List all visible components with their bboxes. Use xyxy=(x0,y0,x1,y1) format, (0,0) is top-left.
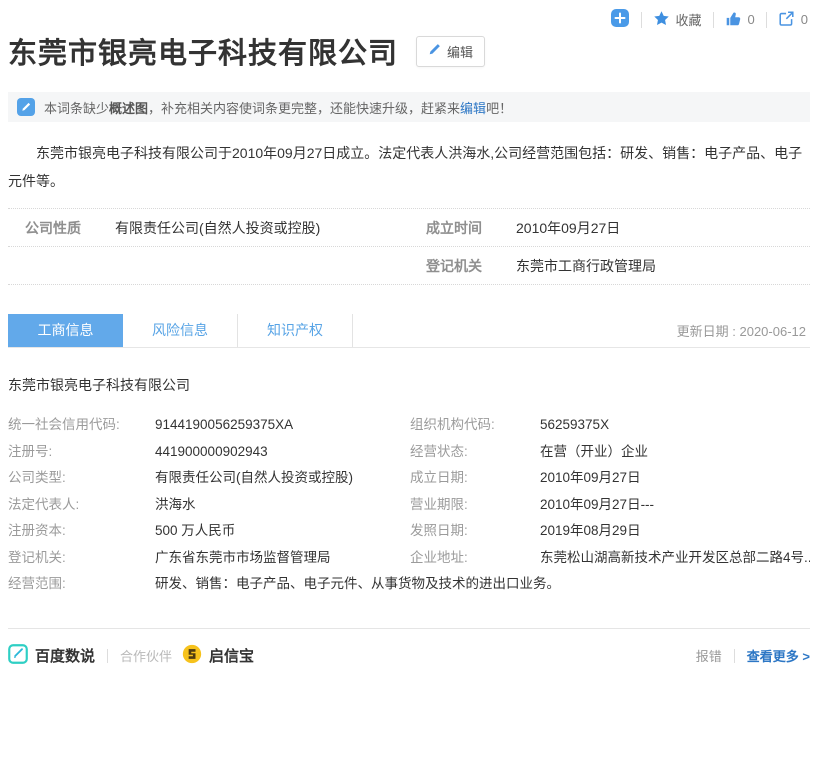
field-value: 有限责任公司(自然人投资或控股) xyxy=(155,465,353,492)
field-value: 2010年09月27日 xyxy=(540,465,641,492)
qixinbao-icon xyxy=(182,644,202,668)
divider xyxy=(641,12,642,28)
field-value: 2010年09月27日 xyxy=(516,218,620,238)
field-value: 在营（开业）企业 xyxy=(540,439,648,466)
field-value: 500 万人民币 xyxy=(155,518,235,545)
tab-strip: 工商信息 风险信息 知识产权 更新日期 : 2020-06-12 xyxy=(8,314,810,348)
share-count: 0 xyxy=(801,12,808,27)
share-button[interactable]: 0 xyxy=(778,10,808,30)
basic-info-row: 公司性质 有限责任公司(自然人投资或控股) 成立时间 2010年09月27日 xyxy=(8,209,810,247)
field-label: 经营状态: xyxy=(410,439,540,466)
pencil-icon xyxy=(428,43,441,59)
field-label: 公司性质 xyxy=(25,218,115,238)
basic-info-row: 登记机关 东莞市工商行政管理局 xyxy=(8,247,810,285)
field-label: 法定代表人: xyxy=(8,492,155,519)
baidu-shuoshuo-label: 百度数说 xyxy=(35,645,95,666)
thumbs-up-icon xyxy=(725,10,742,30)
report-error-link[interactable]: 报错 xyxy=(696,646,722,665)
pencil-badge-icon xyxy=(17,98,35,116)
field-label: 登记机关 xyxy=(426,256,516,276)
divider xyxy=(107,649,108,663)
baidu-shuoshuo-icon xyxy=(8,644,28,668)
divider xyxy=(766,12,767,28)
basic-info-cell: 公司性质 有限责任公司(自然人投资或控股) xyxy=(8,218,409,238)
view-more-link[interactable]: 查看更多 > xyxy=(747,646,810,665)
notice-text-prefix: 本词条缺少 xyxy=(44,98,109,117)
field-value: 研发、销售：电子产品、电子元件、从事货物及技术的进出口业务。 xyxy=(155,571,560,598)
divider xyxy=(734,649,735,663)
field-value: 东莞松山湖高新技术产业开发区总部二路4号... xyxy=(540,545,810,572)
field-label: 成立日期: xyxy=(410,465,540,492)
table-row: 公司类型:有限责任公司(自然人投资或控股) 成立日期:2010年09月27日 xyxy=(8,465,810,492)
field-value: 2010年09月27日--- xyxy=(540,492,654,519)
tab-intellectual-property[interactable]: 知识产权 xyxy=(238,314,353,347)
field-label: 发照日期: xyxy=(410,518,540,545)
footer-actions: 报错 查看更多 > xyxy=(696,646,810,665)
basic-info-cell: 登记机关 东莞市工商行政管理局 xyxy=(409,256,810,276)
table-row: 法定代表人:洪海水 营业期限:2010年09月27日--- xyxy=(8,492,810,519)
table-row: 统一社会信用代码:9144190056259375XA 组织机构代码:56259… xyxy=(8,412,810,439)
plus-square-icon xyxy=(610,8,630,31)
field-label: 成立时间 xyxy=(426,218,516,238)
qixinbao-brand: 启信宝 xyxy=(182,644,254,668)
field-label: 企业地址: xyxy=(410,545,540,572)
page-title: 东莞市银亮电子科技有限公司 xyxy=(8,30,398,72)
table-row: 注册号:441900000902943 经营状态:在营（开业）企业 xyxy=(8,439,810,466)
field-label: 经营范围: xyxy=(8,571,155,598)
field-value: 441900000902943 xyxy=(155,439,268,466)
star-icon xyxy=(653,10,670,30)
table-row: 注册资本:500 万人民币 发照日期:2019年08月29日 xyxy=(8,518,810,545)
field-label: 注册号: xyxy=(8,439,155,466)
tab-risk-info[interactable]: 风险信息 xyxy=(123,314,238,347)
field-value: 2019年08月29日 xyxy=(540,518,641,545)
field-label: 公司类型: xyxy=(8,465,155,492)
update-date: 更新日期 : 2020-06-12 xyxy=(677,321,810,340)
basic-info-cell xyxy=(8,256,409,276)
field-label: 组织机构代码: xyxy=(410,412,540,439)
table-row: 登记机关:广东省东莞市市场监督管理局 企业地址:东莞松山湖高新技术产业开发区总部… xyxy=(8,545,810,572)
favorite-label: 收藏 xyxy=(676,10,702,29)
field-value: 9144190056259375XA xyxy=(155,412,293,439)
favorite-button[interactable]: 收藏 xyxy=(653,10,702,30)
business-detail-table: 统一社会信用代码:9144190056259375XA 组织机构代码:56259… xyxy=(8,412,810,598)
share-icon xyxy=(778,10,795,30)
edit-button[interactable]: 编辑 xyxy=(416,36,485,67)
notice-text-suffix: 吧！ xyxy=(486,98,512,117)
partner-label: 合作伙伴 xyxy=(120,646,172,665)
field-value: 东莞市工商行政管理局 xyxy=(516,256,656,276)
qixinbao-label: 启信宝 xyxy=(209,645,254,666)
field-label: 统一社会信用代码: xyxy=(8,412,155,439)
notice-text-bold: 概述图 xyxy=(109,98,148,117)
field-value: 有限责任公司(自然人投资或控股) xyxy=(115,218,320,238)
notice-edit-link[interactable]: 编辑 xyxy=(460,98,486,117)
field-label: 登记机关: xyxy=(8,545,155,572)
like-count: 0 xyxy=(748,12,755,27)
basic-info-cell: 成立时间 2010年09月27日 xyxy=(409,218,810,238)
add-button[interactable] xyxy=(610,8,630,31)
field-value: 56259375X xyxy=(540,412,609,439)
field-value: 洪海水 xyxy=(155,492,196,519)
notice-text-middle: ，补充相关内容使词条更完整，还能快速升级，赶紧来 xyxy=(148,98,460,117)
footer: 百度数说 合作伙伴 启信宝 报错 查看更多 > xyxy=(8,629,810,682)
basic-info-box: 公司性质 有限责任公司(自然人投资或控股) 成立时间 2010年09月27日 登… xyxy=(8,208,810,285)
baidu-shuoshuo-brand: 百度数说 xyxy=(8,644,95,668)
tab-business-info[interactable]: 工商信息 xyxy=(8,314,123,347)
field-value: 广东省东莞市市场监督管理局 xyxy=(155,545,331,572)
edit-button-label: 编辑 xyxy=(447,42,473,61)
field-label: 注册资本: xyxy=(8,518,155,545)
table-row: 经营范围:研发、销售：电子产品、电子元件、从事货物及技术的进出口业务。 xyxy=(8,571,810,598)
page: 收藏 0 0 东莞市银亮电子科技有限公司 编辑 xyxy=(0,0,818,682)
action-bar: 收藏 0 0 xyxy=(610,8,808,31)
divider xyxy=(713,12,714,28)
notice-bar: 本词条缺少概述图，补充相关内容使词条更完整，还能快速升级，赶紧来编辑吧！ xyxy=(8,92,810,122)
like-button[interactable]: 0 xyxy=(725,10,755,30)
summary-paragraph: 东莞市银亮电子科技有限公司于2010年09月27日成立。法定代表人洪海水,公司经… xyxy=(8,139,810,195)
company-name: 东莞市银亮电子科技有限公司 xyxy=(8,375,810,395)
field-label: 营业期限: xyxy=(410,492,540,519)
